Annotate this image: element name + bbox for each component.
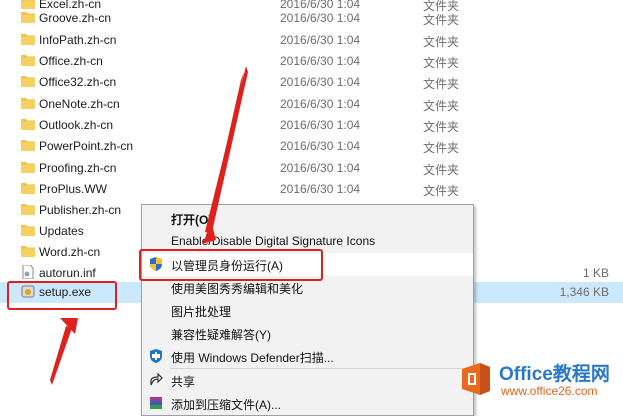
- annotation-arrows: [50, 66, 248, 385]
- watermark-url: www.office26.com: [501, 384, 598, 398]
- arrow-shaft-menu: [205, 66, 248, 232]
- arrow-shaft-setup: [50, 326, 72, 385]
- office-logo-icon: [462, 363, 490, 395]
- watermark: Office教程网 www.office26.com: [458, 357, 618, 403]
- watermark-title: Office教程网: [499, 364, 610, 385]
